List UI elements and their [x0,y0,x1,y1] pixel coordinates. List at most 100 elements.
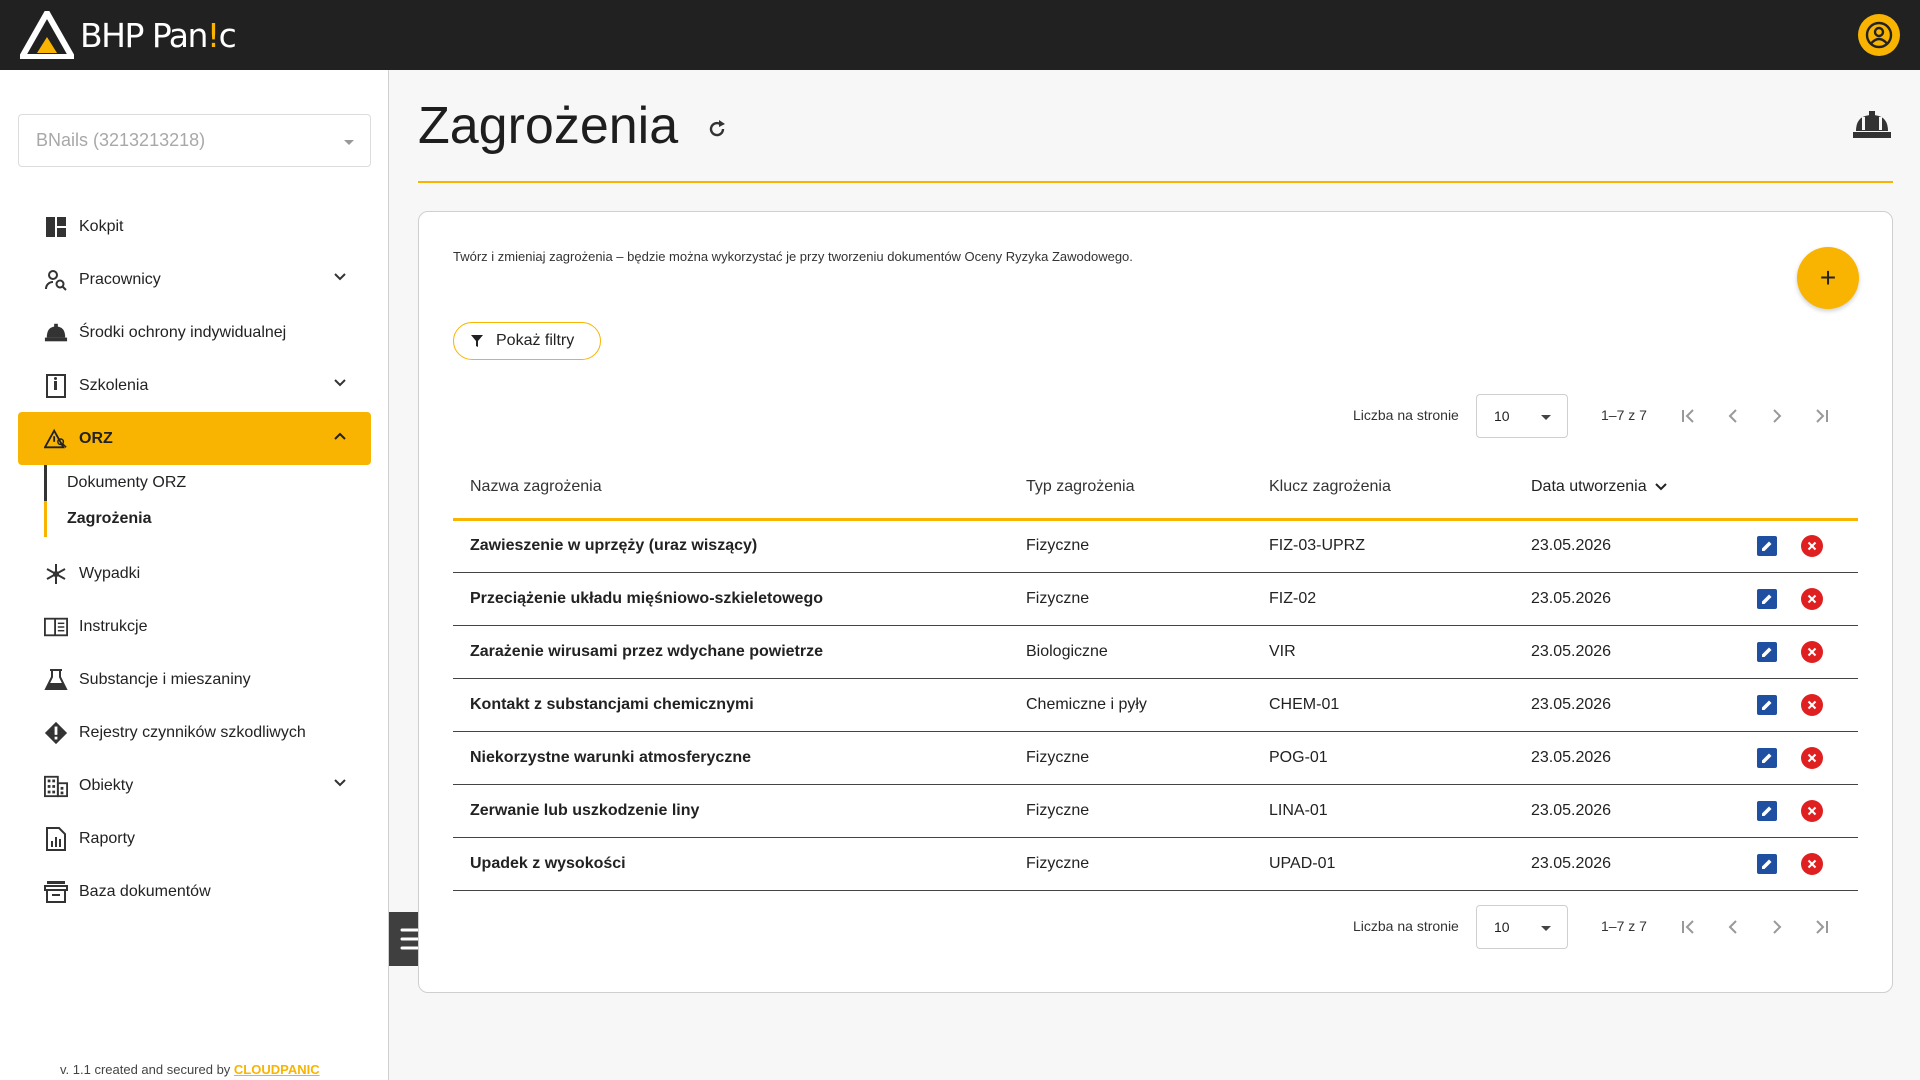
cell-hazard-name: Przeciążenie układu mięśniowo-szkieletow… [453,572,1009,626]
table-row[interactable]: Kontakt z substancjami chemicznymi Chemic… [453,678,1858,732]
cell-hazard-name: Niekorzystne warunki atmosferyczne [453,731,1009,785]
column-header-date-label: Data utworzenia [1531,478,1647,496]
cell-actions [1740,519,1858,573]
table-row[interactable]: Zerwanie lub uszkodzenie liny Fizyczne LIN… [453,784,1858,838]
sidebar-item-orz[interactable]: ORZ [18,412,371,465]
delete-button[interactable] [1801,587,1823,610]
sidebar-item-raporty[interactable]: Raporty [18,812,371,865]
sidebar-item-obiekty[interactable]: Obiekty [18,759,371,812]
page-description: Twórz i zmieniaj zagrożenia – będzie moż… [453,249,1133,264]
first-page-button[interactable] [1675,913,1703,941]
cell-hazard-type: Fizyczne [1009,572,1252,626]
edit-button[interactable] [1757,588,1777,609]
cell-hazard-name: Upadek z wysokości [453,837,1009,891]
delete-button[interactable] [1801,693,1823,716]
chevron-left-icon [1728,409,1737,423]
sidebar-item-rejestry[interactable]: Rejestry czynników szkodliwych [18,706,371,759]
delete-button[interactable] [1801,746,1823,769]
last-page-button[interactable] [1807,402,1835,430]
chevron-left-icon [1728,920,1737,934]
company-select-value: BNails (3213213218) [36,130,206,150]
prev-page-button[interactable] [1719,402,1747,430]
sidebar-item-label: ORZ [79,429,113,447]
per-page-select[interactable]: 10 [1476,905,1568,949]
cell-actions [1740,731,1858,785]
table-row[interactable]: Zarażenie wirusami przez wdychane powiet… [453,625,1858,679]
delete-button[interactable] [1801,852,1823,875]
per-page-value: 10 [1494,919,1510,935]
hazards-table: Nazwa zagrożenia Typ zagrożenia Klucz za… [453,457,1858,891]
add-hazard-button[interactable]: + [1797,247,1859,309]
edit-button[interactable] [1757,800,1777,821]
table-row[interactable]: Zawieszenie w uprzęży (uraz wiszący) Fizy… [453,519,1858,573]
delete-button[interactable] [1801,640,1823,663]
edit-button[interactable] [1757,536,1777,556]
user-account-button[interactable] [1858,14,1900,56]
column-header-date[interactable]: Data utworzenia [1514,457,1740,521]
per-page-label: Liczba na stronie [1353,918,1459,934]
pager-bottom: Liczba na stronie 10 1–7 z 7 [419,905,1894,949]
edit-button[interactable] [1757,853,1777,874]
prev-page-button[interactable] [1719,913,1747,941]
sidebar-item-srodki-ochrony[interactable]: Środki ochrony indywidualnej [18,306,371,359]
edit-button[interactable] [1757,747,1777,768]
table-row[interactable]: Przeciążenie układu mięśniowo-szkieletow… [453,572,1858,626]
sidebar-item-pracownicy[interactable]: Pracownicy [18,253,371,306]
sidebar-item-szkolenia[interactable]: Szkolenia [18,359,371,412]
table-row[interactable]: Niekorzystne warunki atmosferyczne Fizycz… [453,731,1858,785]
cell-created-date: 23.05.2026 [1514,625,1740,679]
sidebar-item-instrukcje[interactable]: Instrukcje [18,600,371,653]
pencil-icon [1762,753,1772,763]
close-icon [1807,806,1817,815]
delete-button[interactable] [1801,799,1823,822]
cell-hazard-type: Chemiczne i pyły [1009,678,1252,732]
cell-actions [1740,837,1858,891]
sidebar-item-label: Substancje i mieszaniny [79,670,251,688]
row-actions [1757,746,1858,769]
table-row[interactable]: Upadek z wysokości Fizyczne UPAD-01 23.05.2… [453,837,1858,891]
next-page-button[interactable] [1763,402,1791,430]
column-header-type[interactable]: Typ zagrożenia [1009,457,1252,521]
pencil-icon [1762,647,1772,657]
sidebar-subitem-zagrozenia[interactable]: Zagrożenia [44,501,371,537]
show-filters-button[interactable]: Pokaż filtry [453,322,601,360]
archive-icon [44,880,68,904]
first-page-icon [1682,920,1694,934]
refresh-button[interactable] [705,117,729,146]
column-header-actions [1740,457,1858,521]
report-icon [44,826,68,851]
cell-actions [1740,784,1858,838]
helmet-icon [44,321,68,345]
cell-created-date: 23.05.2026 [1514,572,1740,626]
next-page-button[interactable] [1763,913,1791,941]
sidebar-item-baza-dokumentow[interactable]: Baza dokumentów [18,865,371,918]
edit-button[interactable] [1757,641,1777,662]
cell-hazard-name: Kontakt z substancjami chemicznymi [453,678,1009,732]
sidebar-item-substancje[interactable]: Substancje i mieszaniny [18,653,371,706]
app-logo[interactable]: BHP Pan!c [20,11,237,59]
sidebar-item-label: Baza dokumentów [79,882,211,900]
chevron-down-icon [334,379,346,387]
per-page-select[interactable]: 10 [1476,394,1568,438]
pencil-icon [1762,541,1772,551]
column-header-key[interactable]: Klucz zagrożenia [1252,457,1514,521]
cloudpanic-link[interactable]: CLOUDPANIC [234,1062,320,1077]
helmet-icon [1852,109,1892,146]
sidebar-item-wypadki[interactable]: Wypadki [18,547,371,600]
row-actions [1757,799,1858,822]
per-page-label: Liczba na stronie [1353,407,1459,423]
sidebar-item-kokpit[interactable]: Kokpit [18,200,371,253]
caret-down-icon [344,140,354,145]
cell-created-date: 23.05.2026 [1514,784,1740,838]
delete-button[interactable] [1801,535,1823,557]
first-page-button[interactable] [1675,402,1703,430]
sidebar-subitem-dokumenty-orz[interactable]: Dokumenty ORZ [44,465,371,501]
row-actions [1757,587,1858,610]
filter-icon [471,335,483,347]
edit-button[interactable] [1757,694,1777,715]
company-select[interactable]: BNails (3213213218) [18,114,371,167]
column-header-name[interactable]: Nazwa zagrożenia [453,457,1009,521]
book-icon [44,615,68,639]
sidebar-item-label: Kokpit [79,217,124,235]
last-page-button[interactable] [1807,913,1835,941]
